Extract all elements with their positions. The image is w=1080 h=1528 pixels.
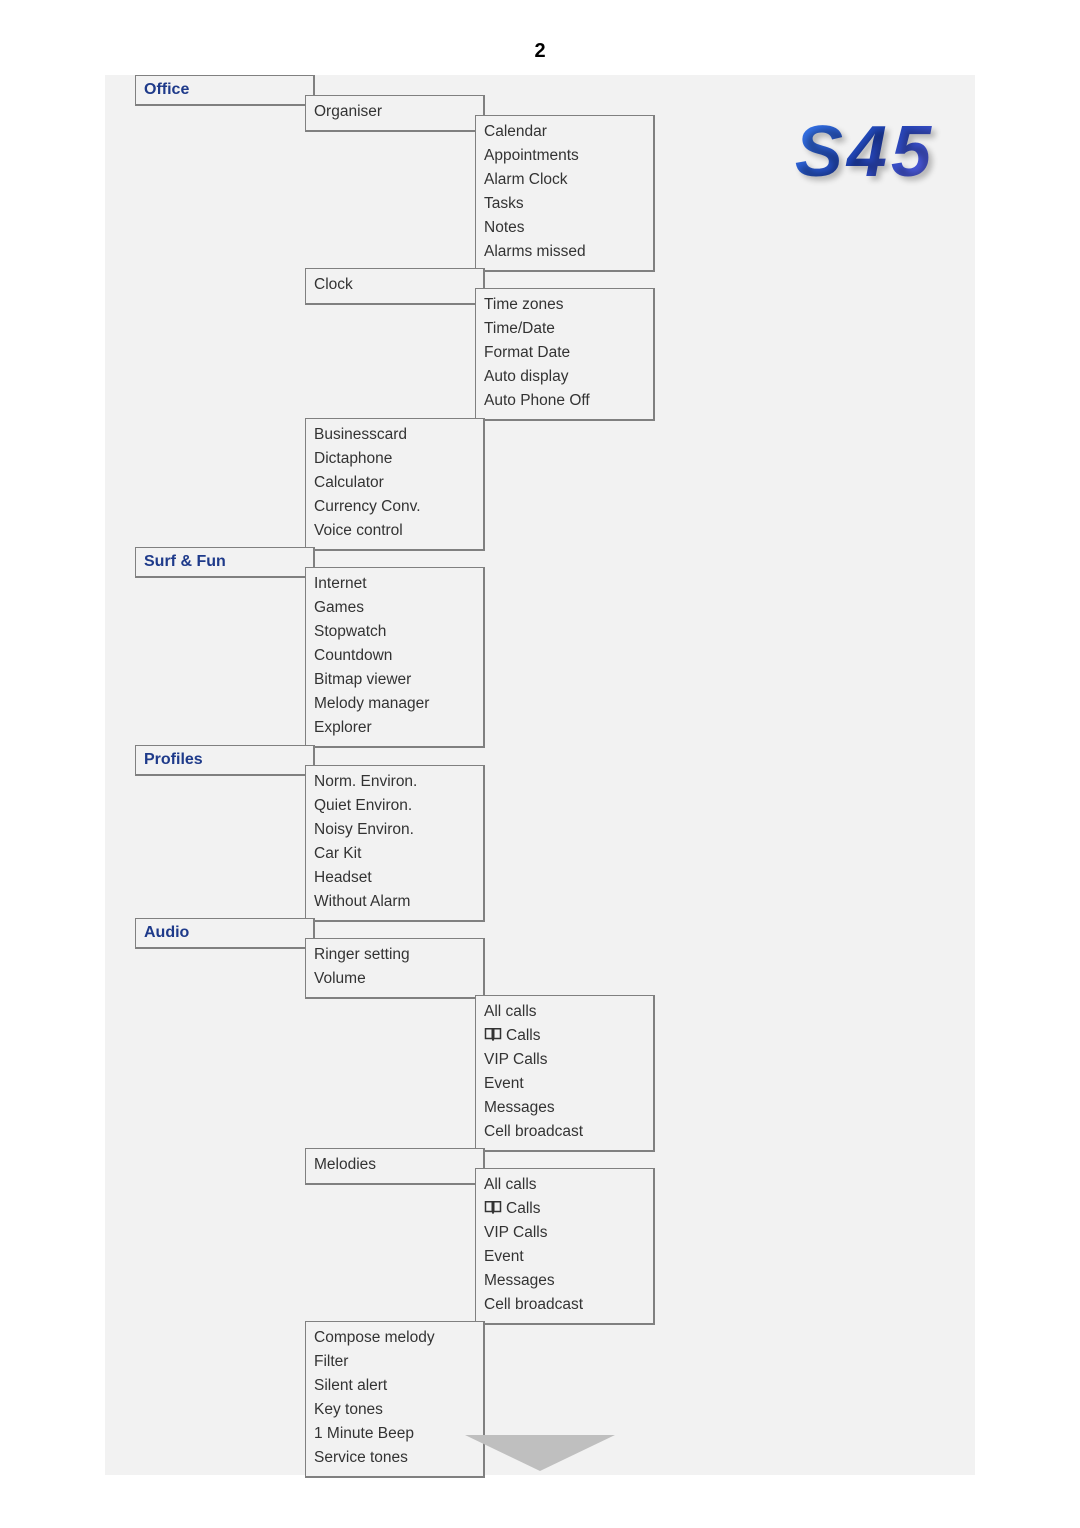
menu-item: Auto Phone Off <box>484 389 645 413</box>
menu-item: Messages <box>484 1096 645 1120</box>
submenu-clock: Time zones Time/Date Format Date Auto di… <box>475 288 655 421</box>
section-heading-audio: Audio <box>135 918 315 949</box>
menu-item: Filter <box>314 1350 475 1374</box>
model-logo: S45 <box>795 111 935 193</box>
menu-item: Volume <box>314 967 475 991</box>
menu-item: All calls <box>484 1173 645 1197</box>
menu-item: Tasks <box>484 192 645 216</box>
submenu-volume: All calls Calls VIP Calls Event Messages… <box>475 995 655 1152</box>
menu-item: Cell broadcast <box>484 1293 645 1317</box>
menu-item: 1 Minute Beep <box>314 1422 475 1446</box>
submenu-profiles: Norm. Environ. Quiet Environ. Noisy Envi… <box>305 765 485 922</box>
footer-arrow-icon <box>465 1435 615 1475</box>
menu-item: Key tones <box>314 1398 475 1422</box>
menu-item: Silent alert <box>314 1374 475 1398</box>
submenu-melodies: All calls Calls VIP Calls Event Messages… <box>475 1168 655 1325</box>
section-heading-surf-fun: Surf & Fun <box>135 547 315 578</box>
menu-item: Event <box>484 1245 645 1269</box>
menu-item: Games <box>314 596 475 620</box>
book-icon <box>484 1027 502 1041</box>
menu-item: Businesscard <box>314 423 475 447</box>
menu-item: Currency Conv. <box>314 495 475 519</box>
submenu-organiser: Calendar Appointments Alarm Clock Tasks … <box>475 115 655 272</box>
section-heading-profiles: Profiles <box>135 745 315 776</box>
menu-item: Time/Date <box>484 317 645 341</box>
menu-item: Alarms missed <box>484 240 645 264</box>
book-icon <box>484 1200 502 1214</box>
submenu-audio-rest: Compose melody Filter Silent alert Key t… <box>305 1321 485 1478</box>
menu-item: Bitmap viewer <box>314 668 475 692</box>
menu-item: Notes <box>484 216 645 240</box>
menu-item-organiser: Organiser <box>305 95 485 132</box>
menu-item: Event <box>484 1072 645 1096</box>
section-heading-office: Office <box>135 75 315 106</box>
menu-item: Format Date <box>484 341 645 365</box>
menu-item: Voice control <box>314 519 475 543</box>
menu-item: Norm. Environ. <box>314 770 475 794</box>
menu-item: VIP Calls <box>484 1048 645 1072</box>
menu-item: Messages <box>484 1269 645 1293</box>
page-body: S45 Office Organiser Calendar Appointmen… <box>105 75 975 1475</box>
menu-item: Calendar <box>484 120 645 144</box>
menu-item: Calls <box>484 1197 645 1221</box>
page-number: 2 <box>0 0 1080 75</box>
menu-item: Time zones <box>484 293 645 317</box>
menu-item: Auto display <box>484 365 645 389</box>
menu-item: Quiet Environ. <box>314 794 475 818</box>
menu-item: Countdown <box>314 644 475 668</box>
menu-item-melodies: Melodies <box>305 1148 485 1185</box>
menu-item: Without Alarm <box>314 890 475 914</box>
menu-item: Internet <box>314 572 475 596</box>
menu-item: Calls <box>484 1024 645 1048</box>
menu-item: Compose melody <box>314 1326 475 1350</box>
submenu-office-rest: Businesscard Dictaphone Calculator Curre… <box>305 418 485 551</box>
menu-item: VIP Calls <box>484 1221 645 1245</box>
submenu-surf-fun: Internet Games Stopwatch Countdown Bitma… <box>305 567 485 748</box>
menu-item: Appointments <box>484 144 645 168</box>
menu-item: All calls <box>484 1000 645 1024</box>
menu-item: Dictaphone <box>314 447 475 471</box>
menu-item: Noisy Environ. <box>314 818 475 842</box>
submenu-audio-top: Ringer setting Volume <box>305 938 485 999</box>
menu-item: Headset <box>314 866 475 890</box>
menu-item: Alarm Clock <box>484 168 645 192</box>
menu-item: Explorer <box>314 716 475 740</box>
menu-item: Cell broadcast <box>484 1120 645 1144</box>
menu-item: Service tones <box>314 1446 475 1470</box>
menu-item: Stopwatch <box>314 620 475 644</box>
menu-item: Car Kit <box>314 842 475 866</box>
menu-item: Calculator <box>314 471 475 495</box>
menu-item-clock: Clock <box>305 268 485 305</box>
menu-item: Ringer setting <box>314 943 475 967</box>
menu-item: Melody manager <box>314 692 475 716</box>
